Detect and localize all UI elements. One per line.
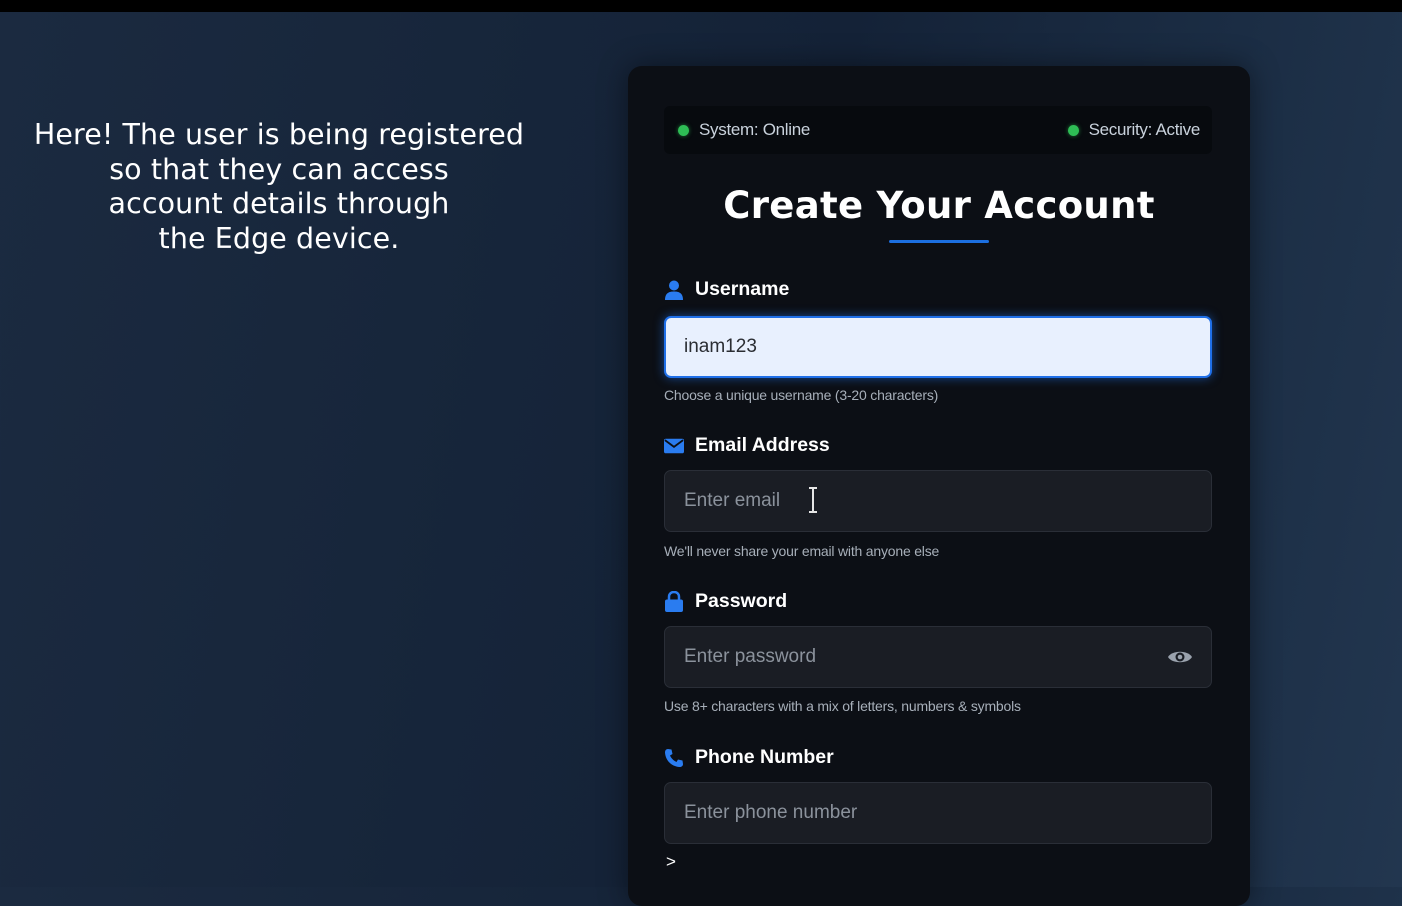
security-status-text: Security: Active [1088,120,1201,139]
password-hint: Use 8+ characters with a mix of letters,… [664,698,1021,714]
eye-icon[interactable] [1167,645,1193,669]
password-label-text: Password [695,590,788,612]
username-input[interactable]: inam123 [664,316,1212,378]
password-placeholder: Enter password [684,646,817,667]
email-input[interactable]: Enter email [664,470,1212,532]
system-status-text: System: Online [699,120,811,139]
username-value: inam123 [684,336,757,357]
phone-placeholder: Enter phone number [684,802,858,823]
phone-label-text: Phone Number [695,746,834,768]
status-bar: System: Online Security: Active [664,106,1212,154]
email-label: Email Address [664,434,830,457]
status-dot-icon [1067,124,1079,136]
lock-icon [664,591,684,612]
phone-label: Phone Number [664,746,834,769]
caption-line: the Edge device. [158,221,400,255]
username-label: Username [664,278,789,301]
annotation-caption: Here! The user is being registered so th… [18,118,540,256]
caption-line: account details through [108,187,450,220]
envelope-icon [664,436,684,456]
email-hint: We'll never share your email with anyone… [664,543,940,559]
security-status: Security: Active [1067,120,1201,140]
phone-icon [664,748,684,768]
email-placeholder: Enter email [684,490,781,511]
username-hint: Choose a unique username (3-20 character… [664,387,939,403]
phone-input[interactable]: Enter phone number [664,782,1212,844]
system-status: System: Online [678,120,810,140]
user-icon [664,280,684,300]
status-dot-icon [678,124,689,136]
email-label-text: Email Address [695,434,830,456]
page-title: Create Your Account [723,184,1155,227]
caption-line: so that they can access [109,152,449,186]
username-label-text: Username [695,278,790,300]
title-underline [889,240,989,243]
chevron-right-icon: > [666,852,676,871]
caption-line: Here! The user is being registered [33,118,525,151]
text-cursor-icon [809,487,817,513]
password-label: Password [664,590,787,613]
top-black-strip [0,0,1402,12]
registration-panel: System: Online Security: Active Create Y… [628,66,1250,906]
password-input[interactable]: Enter password [664,626,1212,688]
